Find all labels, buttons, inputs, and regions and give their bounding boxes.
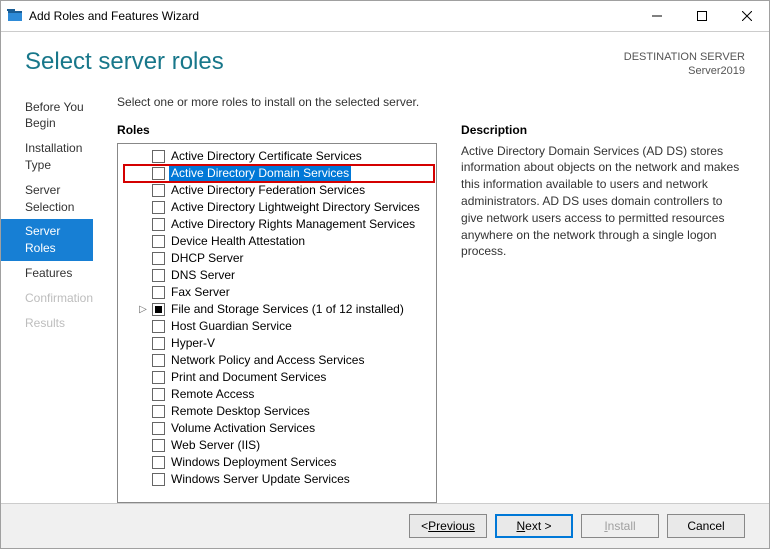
role-row[interactable]: Print and Document Services — [124, 369, 434, 386]
role-checkbox[interactable] — [152, 286, 165, 299]
nav-item[interactable]: Server Selection — [1, 178, 93, 220]
role-checkbox[interactable] — [152, 337, 165, 350]
role-label: Active Directory Lightweight Directory S… — [169, 200, 422, 215]
role-checkbox[interactable] — [152, 371, 165, 384]
role-row[interactable]: Volume Activation Services — [124, 420, 434, 437]
close-button[interactable] — [724, 1, 769, 31]
role-checkbox[interactable] — [152, 354, 165, 367]
role-label: Fax Server — [169, 285, 232, 300]
description-text: Active Directory Domain Services (AD DS)… — [461, 143, 745, 261]
role-checkbox[interactable] — [152, 252, 165, 265]
header: Select server roles DESTINATION SERVER S… — [1, 32, 769, 87]
minimize-button[interactable] — [634, 1, 679, 31]
role-checkbox[interactable] — [152, 405, 165, 418]
next-button[interactable]: Next > — [495, 514, 573, 538]
install-button[interactable]: Install — [581, 514, 659, 538]
cancel-button[interactable]: Cancel — [667, 514, 745, 538]
role-row[interactable]: ▷ File and Storage Services (1 of 12 inst… — [124, 301, 434, 318]
columns: Roles Active Directory Certificate Servi… — [117, 123, 745, 503]
role-label: Active Directory Rights Management Servi… — [169, 217, 417, 232]
description-column: Description Active Directory Domain Serv… — [437, 123, 745, 503]
role-checkbox[interactable] — [152, 269, 165, 282]
wizard-nav: Before You BeginInstallation TypeServer … — [1, 87, 93, 503]
role-label: File and Storage Services (1 of 12 insta… — [169, 302, 406, 317]
nav-item: Results — [1, 311, 93, 336]
role-row[interactable]: Windows Server Update Services — [124, 471, 434, 488]
role-row[interactable]: Active Directory Domain Services — [124, 165, 434, 182]
role-row[interactable]: Hyper-V — [124, 335, 434, 352]
role-checkbox[interactable] — [152, 422, 165, 435]
role-row[interactable]: Network Policy and Access Services — [124, 352, 434, 369]
app-icon — [7, 8, 23, 24]
role-label: Web Server (IIS) — [169, 438, 262, 453]
role-label: Volume Activation Services — [169, 421, 317, 436]
body: Before You BeginInstallation TypeServer … — [1, 87, 769, 503]
roles-listbox[interactable]: Active Directory Certificate Services Act… — [117, 143, 437, 503]
nav-item[interactable]: Before You Begin — [1, 95, 93, 137]
role-checkbox[interactable] — [152, 167, 165, 180]
role-row[interactable]: Web Server (IIS) — [124, 437, 434, 454]
role-label: DNS Server — [169, 268, 237, 283]
instruction-text: Select one or more roles to install on t… — [117, 95, 745, 109]
role-label: Active Directory Domain Services — [169, 166, 351, 181]
destination-info: DESTINATION SERVER Server2019 — [624, 48, 745, 79]
page-title: Select server roles — [25, 48, 624, 76]
role-row[interactable]: Active Directory Certificate Services — [124, 148, 434, 165]
role-label: Host Guardian Service — [169, 319, 294, 334]
main-content: Select one or more roles to install on t… — [93, 87, 769, 503]
roles-label: Roles — [117, 123, 437, 137]
role-checkbox[interactable] — [152, 320, 165, 333]
nav-item: Confirmation — [1, 286, 93, 311]
role-row[interactable]: Active Directory Rights Management Servi… — [124, 216, 434, 233]
role-row[interactable]: DHCP Server — [124, 250, 434, 267]
role-label: Print and Document Services — [169, 370, 328, 385]
role-checkbox[interactable] — [152, 184, 165, 197]
role-row[interactable]: DNS Server — [124, 267, 434, 284]
role-checkbox[interactable] — [152, 150, 165, 163]
role-row[interactable]: Active Directory Federation Services — [124, 182, 434, 199]
titlebar: Add Roles and Features Wizard — [1, 1, 769, 32]
role-row[interactable]: Fax Server — [124, 284, 434, 301]
role-row[interactable]: Device Health Attestation — [124, 233, 434, 250]
previous-button[interactable]: < Previous — [409, 514, 487, 538]
role-label: Remote Desktop Services — [169, 404, 312, 419]
destination-value: Server2019 — [624, 64, 745, 78]
role-label: Hyper-V — [169, 336, 217, 351]
role-label: Windows Deployment Services — [169, 455, 338, 470]
role-row[interactable]: Remote Access — [124, 386, 434, 403]
wizard-window: Add Roles and Features Wizard Select ser… — [0, 0, 770, 549]
role-label: DHCP Server — [169, 251, 245, 266]
role-row[interactable]: Windows Deployment Services — [124, 454, 434, 471]
role-label: Device Health Attestation — [169, 234, 307, 249]
nav-item[interactable]: Installation Type — [1, 136, 93, 178]
window-title: Add Roles and Features Wizard — [29, 9, 199, 23]
nav-item[interactable]: Server Roles — [1, 219, 93, 261]
role-label: Remote Access — [169, 387, 256, 402]
expander-icon[interactable]: ▷ — [138, 302, 148, 317]
destination-label: DESTINATION SERVER — [624, 50, 745, 64]
role-label: Network Policy and Access Services — [169, 353, 366, 368]
role-checkbox[interactable] — [152, 473, 165, 486]
role-checkbox[interactable] — [152, 439, 165, 452]
role-label: Active Directory Federation Services — [169, 183, 367, 198]
nav-item[interactable]: Features — [1, 261, 93, 286]
footer: < Previous Next > Install Cancel — [1, 503, 769, 548]
role-checkbox[interactable] — [152, 218, 165, 231]
role-label: Active Directory Certificate Services — [169, 149, 364, 164]
description-label: Description — [461, 123, 745, 137]
maximize-button[interactable] — [679, 1, 724, 31]
role-checkbox[interactable] — [152, 456, 165, 469]
role-row[interactable]: Host Guardian Service — [124, 318, 434, 335]
role-checkbox[interactable] — [152, 388, 165, 401]
role-row[interactable]: Remote Desktop Services — [124, 403, 434, 420]
role-row[interactable]: Active Directory Lightweight Directory S… — [124, 199, 434, 216]
role-label: Windows Server Update Services — [169, 472, 352, 487]
role-checkbox[interactable] — [152, 303, 165, 316]
roles-column: Roles Active Directory Certificate Servi… — [117, 123, 437, 503]
role-checkbox[interactable] — [152, 235, 165, 248]
role-checkbox[interactable] — [152, 201, 165, 214]
